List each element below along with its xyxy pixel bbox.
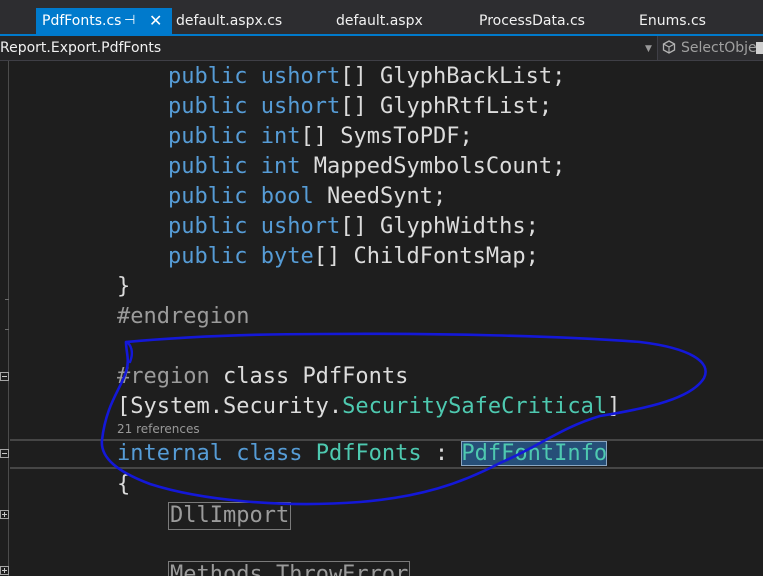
code-line: public ushort[] GlyphWidths; [168,214,539,239]
navigation-bar: Report.Export.PdfFonts ▼ SelectObjec [0,36,763,61]
attribute-line: [System.Security.SecuritySafeCritical] [117,394,621,419]
tab-default-aspx[interactable]: default.aspx [336,8,423,34]
code-line: public byte[] ChildFontsMap; [168,244,539,269]
code-line: public int MappedSymbolsCount; [168,154,566,179]
close-icon[interactable]: ✕ [149,8,162,34]
open-brace: { [117,472,131,497]
cube-icon [662,40,676,54]
code-line: public ushort[] GlyphRtfList; [168,94,553,119]
chevron-down-icon: ▼ [645,44,652,54]
close-brace: } [117,274,131,299]
tab-label: ProcessData.cs [479,13,585,29]
pin-icon[interactable]: ⊣ [124,8,135,34]
type-dropdown[interactable]: Report.Export.PdfFonts ▼ [0,36,657,60]
member-dropdown[interactable]: SelectObjec [662,36,763,60]
ide-window: PdfFonts.cs ⊣ ✕ default.aspx.cs default.… [0,0,763,576]
code-line: public int[] SymsToPDF; [168,124,473,149]
tab-pdffonts[interactable]: PdfFonts.cs ⊣ ✕ [36,8,172,34]
collapse-class-icon[interactable] [0,449,9,458]
expand-methods-icon[interactable] [0,566,9,575]
member-dropdown-label: SelectObjec [681,40,763,56]
endregion-directive: #endregion [117,304,250,329]
tab-label: default.aspx.cs [176,13,283,29]
tab-enums[interactable]: Enums.cs [639,8,706,34]
divider [657,36,658,60]
tab-strip: PdfFonts.cs ⊣ ✕ default.aspx.cs default.… [0,0,763,34]
base-class-selection[interactable]: PdfFontInfo [461,441,608,466]
tab-label: Enums.cs [639,13,706,29]
code-editor[interactable]: public ushort[] GlyphBackList; public us… [0,61,763,576]
collapsed-region-dllimport[interactable]: DllImport [168,501,292,531]
type-dropdown-label: Report.Export.PdfFonts [0,40,162,56]
region-line: #region class PdfFonts [117,364,409,389]
codelens-references[interactable]: 21 references [117,421,200,437]
outline-tick [5,299,9,300]
outline-gutter [8,61,9,576]
tab-label: default.aspx [336,13,423,29]
tab-processdata[interactable]: ProcessData.cs [479,8,585,34]
collapsed-region-methods[interactable]: Methods ThrowError [168,560,411,576]
class-declaration-line: internal class PdfFonts : PdfFontInfo [117,441,608,466]
outline-tick [5,329,9,330]
tab-default-aspx-cs[interactable]: default.aspx.cs [176,8,282,34]
collapse-region-icon[interactable] [0,372,9,381]
code-line: public ushort[] GlyphBackList; [168,64,566,89]
scroll-edge [756,42,763,54]
expand-dllimport-icon[interactable] [0,510,9,519]
code-line: public bool NeedSynt; [168,184,447,209]
tab-label: PdfFonts.cs [42,13,122,29]
